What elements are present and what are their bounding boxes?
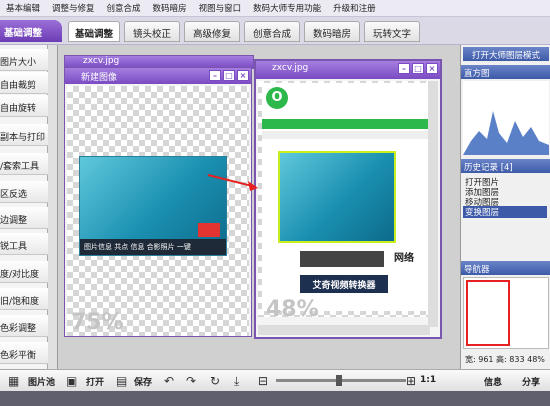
menu-upgrade-register[interactable]: 升级和注册 — [327, 2, 382, 14]
web-banner-2: 艾奇视频转换器 — [300, 275, 388, 293]
close-icon[interactable]: × — [426, 63, 438, 74]
window-new-image-titlebar[interactable]: 新建图像 – □ × — [65, 68, 251, 84]
histogram-header: 直方图 — [461, 65, 550, 79]
arrow-icon — [207, 174, 258, 191]
tool-color-adjust[interactable]: 色彩调整 — [0, 315, 48, 337]
histogram-chart — [463, 81, 549, 155]
web-banner-1 — [300, 251, 384, 267]
tab-text-fun[interactable]: 玩转文字 — [364, 21, 420, 42]
right-panel: 打开大师图层模式 直方图 历史记录 [4] 打开图片 添加图层 移动图层 变换图… — [460, 45, 550, 369]
tool-resize[interactable]: 图片大小 — [0, 49, 48, 71]
horizontal-scrollbar[interactable] — [258, 325, 430, 335]
web-subnav — [262, 131, 428, 139]
redo-icon[interactable]: ↷ — [186, 374, 196, 388]
tool-edge-adjust[interactable]: 边调整 — [0, 207, 48, 229]
workspace: zxcv.jpg 新建图像 – □ × 图片信息 共点 信息 合影照片 一键 7… — [58, 45, 460, 369]
undo-icon[interactable]: ↶ — [164, 374, 174, 388]
tool-rotate[interactable]: 自由旋转 — [0, 95, 48, 117]
zoom-level-window2: 48% — [266, 297, 319, 322]
save-button[interactable]: 保存 — [134, 375, 152, 388]
window-zxcv-titlebar[interactable]: zxcv.jpg – □ × — [256, 61, 440, 79]
window-zxcv-back-title: zxcv.jpg — [83, 56, 120, 66]
maximize-icon[interactable]: □ — [223, 70, 235, 81]
open-button[interactable]: 打开 — [86, 375, 104, 388]
tab-advanced-repair[interactable]: 高级修复 — [184, 21, 240, 42]
maximize-icon[interactable]: □ — [412, 63, 424, 74]
camera-icon[interactable]: ▣ — [66, 374, 77, 388]
tool-panel: 图片大小 自由裁剪 自由旋转 副本与打印 /套索工具 区反选 边调整 锐工具 度… — [0, 45, 48, 369]
window-zxcv-title: zxcv.jpg — [272, 63, 309, 73]
zoom-level-window1: 75% — [71, 310, 124, 335]
minimize-icon[interactable]: – — [209, 70, 221, 81]
canvas-new-image[interactable]: 图片信息 共点 信息 合影照片 一键 75% — [67, 86, 249, 336]
tab-basic-adjust[interactable]: 基础调整 — [68, 21, 120, 42]
thumbnail-strip[interactable] — [0, 391, 550, 406]
tool-invert-selection[interactable]: 区反选 — [0, 181, 48, 203]
tool-panel-scrollbar[interactable] — [48, 45, 58, 369]
logo-icon: O — [266, 87, 288, 109]
selected-layer[interactable] — [278, 151, 396, 243]
tab-lens-correction[interactable]: 镜头校正 — [124, 21, 180, 42]
minimize-icon[interactable]: – — [398, 63, 410, 74]
web-side-text: 网络 — [394, 249, 428, 267]
window-new-image-title: 新建图像 — [81, 73, 118, 83]
zoom-out-icon[interactable]: ⊟ — [258, 374, 268, 388]
zoom-one-to-one-button[interactable]: 1:1 — [420, 375, 436, 385]
menu-darkroom[interactable]: 数码暗房 — [147, 2, 193, 14]
download-icon[interactable]: ⤓ — [234, 374, 239, 389]
menubar: 基本编辑 调整与修复 创意合成 数码暗房 视图与窗口 数码大师专用功能 升级和注… — [0, 0, 550, 17]
image-logo-mark — [198, 223, 220, 237]
tool-crop[interactable]: 自由裁剪 — [0, 72, 48, 94]
tool-hue-saturation[interactable]: 旧/饱和度 — [0, 288, 48, 310]
vertical-scrollbar[interactable] — [428, 81, 438, 327]
zoom-slider[interactable] — [276, 375, 406, 386]
save-icon[interactable]: ▤ — [116, 374, 127, 388]
rotate-icon[interactable]: ↻ — [210, 374, 220, 388]
window-new-image[interactable]: 新建图像 – □ × 图片信息 共点 信息 合影照片 一键 75% — [64, 67, 252, 337]
canvas-zxcv[interactable]: O 网络 艾奇视频转换器 48% — [258, 81, 430, 322]
history-item-selected[interactable]: 变换图层 — [463, 206, 547, 218]
zoom-in-icon[interactable]: ⊞ — [406, 374, 416, 388]
menu-master-features[interactable]: 数码大师专用功能 — [247, 2, 327, 14]
tool-brightness-contrast[interactable]: 度/对比度 — [0, 261, 48, 283]
zoom-slider-thumb[interactable] — [336, 375, 342, 386]
layer-mode-button[interactable]: 打开大师图层模式 — [463, 47, 549, 61]
bottom-toolbar: ▦ 图片池 ▣ 打开 ▤ 保存 ↶ ↷ ↻ ⤓ ⊟ ⊞ 1:1 信息 分享 — [0, 369, 550, 391]
share-button[interactable]: 分享 — [522, 375, 540, 388]
grid-icon[interactable]: ▦ — [8, 374, 19, 388]
menu-creative[interactable]: 创意合成 — [101, 2, 147, 14]
close-icon[interactable]: × — [237, 70, 249, 81]
pasted-image[interactable]: 图片信息 共点 信息 合影照片 一键 — [79, 156, 227, 256]
navigator-viewport[interactable] — [466, 280, 510, 346]
tab-digital-darkroom[interactable]: 数码暗房 — [304, 21, 360, 42]
tool-lasso[interactable]: /套索工具 — [0, 153, 48, 175]
tool-print[interactable]: 副本与打印 — [0, 124, 48, 146]
tool-color-balance[interactable]: 色彩平衡 — [0, 342, 48, 364]
tool-sharpen[interactable]: 锐工具 — [0, 233, 48, 255]
menu-view-window[interactable]: 视图与窗口 — [193, 2, 248, 14]
navigator-preview[interactable] — [463, 277, 549, 349]
menu-basic-edit[interactable]: 基本编辑 — [0, 2, 46, 14]
info-button[interactable]: 信息 — [484, 375, 502, 388]
navigator-header: 导航器 — [461, 261, 550, 275]
history-header: 历史记录 [4] — [461, 159, 550, 173]
category-tab-basic[interactable]: 基础调整 — [0, 20, 62, 42]
menu-adjust-repair[interactable]: 调整与修复 — [46, 2, 101, 14]
image-pool-button[interactable]: 图片池 — [28, 375, 55, 388]
window-zxcv[interactable]: zxcv.jpg – □ × O 网络 艾奇视频转换器 48% — [254, 59, 442, 339]
tab-creative-compose[interactable]: 创意合成 — [244, 21, 300, 42]
web-nav-bar — [262, 119, 428, 129]
image-size-text: 宽: 961 高: 833 48% — [465, 355, 545, 364]
image-caption: 图片信息 共点 信息 合影照片 一键 — [80, 239, 226, 255]
